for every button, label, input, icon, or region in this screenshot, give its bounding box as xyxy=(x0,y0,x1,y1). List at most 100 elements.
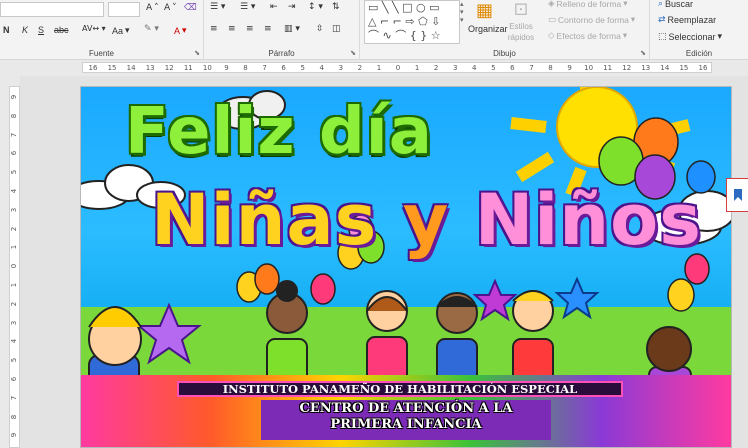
ruler-v-tick: 5 xyxy=(10,169,19,175)
horizontal-ruler[interactable]: 16 15 14 13 12 11 10 9 8 7 6 5 4 3 2 1 0 1 2 3 4 5 6 7 8 9 10 11 12 1… xyxy=(82,62,712,73)
shapes-row-2[interactable]: △ ⌐ ⌐ ⇨ ⬠ ⇩ xyxy=(368,15,459,29)
ruler-h-tick: 3 xyxy=(338,64,344,72)
justify-icon[interactable]: ≡ xyxy=(264,24,272,34)
align-right-icon[interactable]: ≡ xyxy=(246,24,254,34)
highlight-icon[interactable]: ✎ ▾ xyxy=(144,24,159,34)
smartart-icon[interactable]: ◫ xyxy=(332,24,341,34)
ruler-h-tick: 2 xyxy=(357,64,363,72)
numbering-icon[interactable]: ☰ ▾ xyxy=(240,2,255,12)
drawing-group-label: Dibujo xyxy=(493,49,516,58)
ruler-h-tick: 12 xyxy=(622,64,632,72)
strikethrough-button[interactable]: abc xyxy=(54,25,69,35)
text-direction-icon[interactable]: ⇅ xyxy=(332,2,340,12)
arrange-button[interactable]: Organizar xyxy=(468,24,508,34)
font-name-box[interactable] xyxy=(0,2,104,17)
ruler-h-tick: 6 xyxy=(281,64,286,72)
ribbon: A ˄ A ˅ ⌫ N K S abc AV↔ ▾ Aa ▾ ✎ ▾ A ▾ Fue… xyxy=(0,0,748,60)
ruler-h-tick: 15 xyxy=(679,64,689,72)
character-spacing-button[interactable]: AV↔ ▾ xyxy=(82,24,106,33)
ruler-v-tick: 3 xyxy=(10,207,19,213)
ruler-v-tick: 4 xyxy=(10,339,19,344)
replace-button[interactable]: ⇄ Reemplazar xyxy=(658,15,716,25)
align-text-icon[interactable]: ⇳ xyxy=(316,24,324,34)
increase-indent-icon[interactable]: ⇥ xyxy=(288,2,296,12)
title-line-2: Niñas y Niños xyxy=(151,179,702,261)
shape-effects-button[interactable]: ◇ Efectos de forma ▾ xyxy=(548,30,627,41)
kid-3 xyxy=(366,290,408,386)
shrink-font-button[interactable]: A ˅ xyxy=(164,3,177,13)
ruler-h-tick: 6 xyxy=(510,64,515,72)
ruler-h-tick: 7 xyxy=(262,64,267,72)
ruler-v-tick: 9 xyxy=(10,433,19,438)
title-line-1: Feliz día xyxy=(125,95,433,169)
title-word-y: y xyxy=(402,179,450,261)
center-line-1: CENTRO DE ATENCIÓN A LA xyxy=(299,401,513,416)
title-word-ninos: Niños xyxy=(474,179,702,261)
ruler-v-tick: 7 xyxy=(10,132,19,137)
change-case-button[interactable]: Aa ▾ xyxy=(112,25,130,36)
vertical-ruler[interactable]: 9 8 7 6 5 4 3 2 1 0 1 2 3 4 5 6 7 8 9 xyxy=(9,86,20,448)
paragraph-group: ☰ ▾ ☰ ▾ ⇤ ⇥ ↕ ▾ ⇅ ≡ ≡ ≡ ≡ ▥ ▾ ⇳ ◫ Párraf… xyxy=(204,0,360,60)
ruler-h-tick: 14 xyxy=(126,64,136,72)
clear-format-icon[interactable]: ⌫ xyxy=(184,3,197,13)
ruler-h-tick: 16 xyxy=(698,64,708,72)
align-center-icon[interactable]: ≡ xyxy=(228,24,236,34)
ruler-v-tick: 9 xyxy=(10,94,19,100)
bullets-icon[interactable]: ☰ ▾ xyxy=(210,2,225,12)
ruler-h-tick: 10 xyxy=(584,64,594,72)
paragraph-dialog-launcher-icon[interactable]: ⬊ xyxy=(350,49,356,57)
grow-font-button[interactable]: A ˄ xyxy=(146,3,159,13)
ruler-v-tick: 2 xyxy=(10,301,19,307)
decrease-indent-icon[interactable]: ⇤ xyxy=(270,2,278,12)
drawing-dialog-launcher-icon[interactable]: ⬊ xyxy=(640,49,646,57)
slide-canvas: Feliz día Niñas y Niños INSTITUTO PANAME… xyxy=(20,76,748,448)
side-pane-toggle[interactable] xyxy=(726,178,748,212)
ruler-h-tick: 8 xyxy=(243,64,248,72)
ruler-v-tick: 4 xyxy=(10,188,19,194)
shapes-more-icon[interactable]: ▴ ▾ ▾ xyxy=(460,0,464,24)
center-line-2: PRIMERA INFANCIA xyxy=(330,417,482,432)
ruler-h-tick: 13 xyxy=(641,64,651,72)
ruler-h-tick: 3 xyxy=(452,64,458,72)
font-dialog-launcher-icon[interactable]: ⬊ xyxy=(194,49,200,57)
ruler-h-tick: 1 xyxy=(414,64,420,72)
ruler-h-tick: 11 xyxy=(183,64,193,72)
shapes-gallery[interactable]: ▭ ╲ ╲ □ ○ ▭ △ ⌐ ⌐ ⇨ ⬠ ⇩ ⌒ ∿ ⌒ { } ☆ xyxy=(364,0,460,44)
ruler-v-tick: 8 xyxy=(10,113,19,119)
ruler-h-tick: 4 xyxy=(319,64,324,72)
paragraph-group-label: Párrafo xyxy=(268,49,295,58)
shape-outline-button[interactable]: ▭ Contorno de forma ▾ xyxy=(548,14,635,25)
ruler-h-tick: 9 xyxy=(224,64,229,72)
align-left-icon[interactable]: ≡ xyxy=(210,24,218,34)
shapes-row-1[interactable]: ▭ ╲ ╲ □ ○ ▭ xyxy=(368,1,459,15)
bold-button[interactable]: N xyxy=(3,25,10,35)
arrange-icon[interactable]: ▦ xyxy=(476,0,493,21)
font-size-box[interactable] xyxy=(108,2,140,17)
shapes-row-3[interactable]: ⌒ ∿ ⌒ { } ☆ xyxy=(368,29,459,43)
font-group-label: Fuente xyxy=(89,49,114,58)
find-button[interactable]: ⌕ Buscar xyxy=(658,0,693,9)
ruler-h-tick: 9 xyxy=(567,64,572,72)
underline-button[interactable]: S xyxy=(38,25,44,35)
center-text: CENTRO DE ATENCIÓN A LA PRIMERA INFANCIA xyxy=(241,401,571,433)
quick-styles-icon[interactable]: ⚀ xyxy=(514,0,528,19)
quick-styles-button[interactable]: Estilos rápidos xyxy=(504,21,538,43)
ruler-h-tick: 10 xyxy=(202,64,212,72)
select-button[interactable]: ⬚ Seleccionar ▾ xyxy=(658,31,722,42)
ruler-h-tick: 5 xyxy=(491,64,496,72)
shape-fill-button[interactable]: ◈ Relleno de forma ▾ xyxy=(548,0,628,9)
ruler-v-tick: 8 xyxy=(10,414,19,419)
ruler-h-tick: 7 xyxy=(529,64,534,72)
ruler-v-tick: 2 xyxy=(10,226,19,231)
ruler-h-tick: 4 xyxy=(472,64,477,72)
columns-icon[interactable]: ▥ ▾ xyxy=(284,24,300,34)
ruler-h-tick: 14 xyxy=(660,64,670,72)
ruler-v-tick: 1 xyxy=(10,245,19,250)
font-color-button[interactable]: A ▾ xyxy=(174,25,187,36)
line-spacing-icon[interactable]: ↕ ▾ xyxy=(308,2,323,12)
italic-button[interactable]: K xyxy=(22,25,28,35)
ruler-h-tick: 13 xyxy=(145,64,155,72)
slide[interactable]: Feliz día Niñas y Niños INSTITUTO PANAME… xyxy=(80,86,732,448)
font-group: A ˄ A ˅ ⌫ N K S abc AV↔ ▾ Aa ▾ ✎ ▾ A ▾ Fue… xyxy=(0,0,204,60)
institute-banner: INSTITUTO PANAMEÑO DE HABILITACIÓN ESPEC… xyxy=(177,381,623,397)
